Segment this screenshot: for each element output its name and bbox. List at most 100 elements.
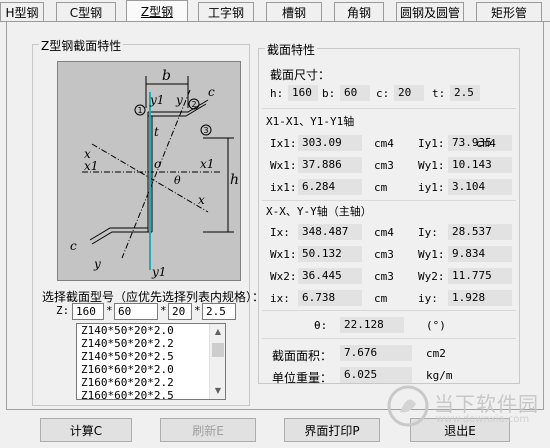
separator-2: * (160, 304, 167, 317)
calculate-button[interactable]: 计算C (40, 418, 132, 442)
prop-label: Wx1: (270, 159, 297, 172)
list-item[interactable]: Z140*50*20*2.2 (77, 337, 225, 350)
label-y-bottom: y (93, 257, 101, 271)
dim-b-value: 60 (340, 85, 370, 101)
theta-value: 22.128 (340, 317, 404, 333)
prop-unit: cm (374, 292, 388, 305)
section1-title: X1-X1、Y1-Y1轴 (266, 115, 355, 128)
area-unit: cm2 (426, 347, 446, 360)
prop-label: ix1: (270, 181, 297, 194)
properties-title: 截面特性 (265, 41, 318, 58)
section-diagram-title: Z型钢截面特性 (39, 37, 124, 54)
label-o: o (154, 157, 161, 171)
c-input[interactable]: 20 (168, 303, 192, 320)
scroll-up-icon[interactable]: ▲ (210, 324, 225, 340)
tab-channel[interactable]: 槽钢 (266, 2, 322, 22)
watermark-url: www.downxia.com (436, 414, 530, 425)
list-item[interactable]: Z140*50*20*2.5 (77, 350, 225, 363)
prop-value: 10.143 (448, 157, 512, 173)
z-section-diagram: b y1 y c t x x1 o x1 θ x h c y y1 1 2 3 (57, 61, 241, 281)
prop-label: iy1: (418, 181, 445, 194)
size-title: 截面尺寸： (270, 68, 331, 82)
label-c-top: c (208, 85, 215, 99)
tab-c-steel[interactable]: C型钢 (56, 2, 116, 22)
separator-3: * (194, 304, 201, 317)
dim-c-value: 20 (394, 85, 424, 101)
list-item[interactable]: Z160*60*20*2.0 (77, 363, 225, 376)
list-scrollbar[interactable]: ▲ ▼ (209, 324, 225, 399)
prop-unit: cm3 (374, 270, 394, 283)
label-y1-bottom: y1 (151, 265, 166, 279)
prop-unit: cm4 (476, 137, 496, 150)
prop-label: Wy1: (418, 248, 445, 261)
weight-label: 单位重量： (272, 371, 333, 385)
label-y-top: y (175, 93, 183, 107)
prop-value: 28.537 (448, 224, 512, 240)
tab-round[interactable]: 圆钢及圆管 (396, 2, 464, 22)
area-value: 7.676 (340, 345, 412, 361)
tab-i-beam[interactable]: 工字钢 (198, 2, 254, 22)
list-item[interactable]: Z160*60*20*2.5 (77, 389, 225, 399)
divider (262, 200, 516, 201)
label-theta: θ (174, 174, 181, 187)
prop-value: 50.132 (298, 246, 362, 262)
list-item[interactable]: Z140*50*20*2.0 (77, 324, 225, 337)
label-h: h (230, 172, 239, 188)
list-item[interactable]: Z160*60*20*2.2 (77, 376, 225, 389)
prop-value: 6.738 (298, 290, 362, 306)
prop-value: 348.487 (298, 224, 362, 240)
marker-1: 1 (137, 106, 142, 115)
tab-z-steel[interactable]: Z型钢 (126, 0, 188, 22)
prop-label: Ix: (270, 226, 290, 239)
scroll-thumb[interactable] (212, 343, 224, 357)
prop-value: 303.09 (298, 135, 362, 151)
divider (262, 310, 516, 311)
prop-label: Iy1: (418, 137, 445, 150)
h-input[interactable]: 160 (72, 303, 104, 320)
section2-title: X-X、Y-Y轴（主轴） (266, 205, 372, 218)
area-label: 截面面积： (272, 349, 333, 363)
weight-unit: kg/m (426, 369, 453, 382)
divider (262, 338, 516, 339)
label-c-bottom: c (70, 239, 77, 253)
prop-label: Iy: (418, 226, 438, 239)
t-input[interactable]: 2.5 (202, 303, 236, 320)
prop-unit: cm3 (374, 248, 394, 261)
prop-unit: cm (374, 181, 388, 194)
label-x1-right: x1 (200, 157, 214, 171)
dim-h-value: 160 (288, 85, 318, 101)
divider (262, 108, 516, 109)
dim-h-label: h: (270, 87, 284, 100)
b-input[interactable]: 60 (114, 303, 158, 320)
prop-label: Wx1: (270, 248, 297, 261)
prop-unit: cm4 (374, 226, 394, 239)
prop-value: 3.104 (448, 179, 512, 195)
weight-value: 6.025 (340, 367, 412, 383)
watermark-icon (387, 385, 429, 427)
label-y1-top: y1 (149, 93, 164, 107)
tab-rect-tube[interactable]: 矩形管 (476, 2, 542, 22)
prop-label: Ix1: (270, 137, 297, 150)
print-button[interactable]: 界面打印P (284, 418, 380, 442)
dim-t-label: t: (432, 87, 446, 100)
dim-c-label: c: (376, 87, 390, 100)
tab-bar: H型钢 C型钢 Z型钢 工字钢 槽钢 角钢 圆钢及圆管 矩形管 (0, 0, 550, 22)
prop-value: 9.834 (448, 246, 512, 262)
z-section-drawing: b y1 y c t x x1 o x1 θ x h c y y1 1 2 3 (70, 68, 239, 279)
z-label: Z: (56, 304, 70, 317)
prop-value: 1.928 (448, 290, 512, 306)
prop-label: Wy2: (418, 270, 445, 283)
theta-unit: (°) (426, 319, 446, 332)
label-b: b (162, 68, 171, 84)
watermark-title: 当下软件园 (434, 392, 539, 416)
prop-label: Wy1: (418, 159, 445, 172)
refresh-button[interactable]: 刷新E (160, 418, 256, 442)
tab-angle[interactable]: 角钢 (334, 2, 384, 22)
dim-t-value: 2.5 (450, 85, 480, 101)
label-t: t (154, 125, 159, 139)
scroll-down-icon[interactable]: ▼ (210, 383, 225, 399)
tab-h-steel[interactable]: H型钢 (0, 2, 44, 22)
prop-label: ix: (270, 292, 290, 305)
prop-value: 11.775 (448, 268, 512, 284)
size-list[interactable]: Z140*50*20*2.0 Z140*50*20*2.2 Z140*50*20… (76, 323, 226, 400)
